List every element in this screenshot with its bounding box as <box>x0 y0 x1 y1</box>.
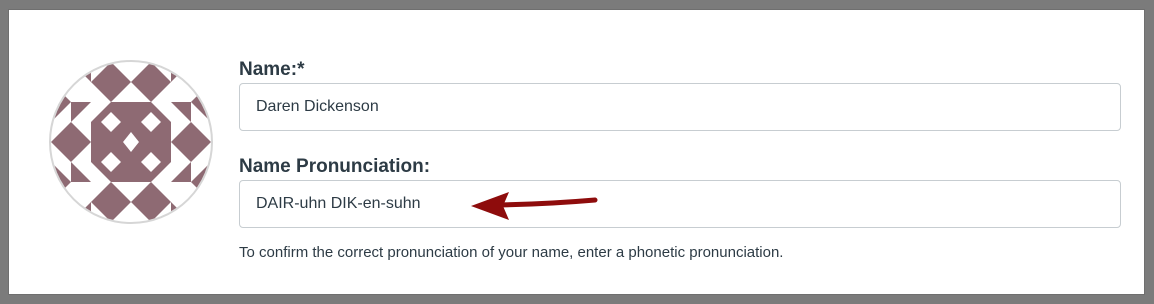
name-label: Name:* <box>239 59 305 80</box>
red-arrow-icon <box>471 192 598 220</box>
identicon-avatar-icon <box>51 62 211 222</box>
name-pronunciation-label: Name Pronunciation: <box>239 156 431 177</box>
avatar[interactable] <box>49 60 213 224</box>
profile-form-panel: Name:* Daren Dickenson Name Pronunciatio… <box>8 9 1145 295</box>
name-input[interactable]: Daren Dickenson <box>239 83 1121 131</box>
pronunciation-help-text: To confirm the correct pronunciation of … <box>239 244 784 261</box>
name-pronunciation-input[interactable]: DAIR-uhn DIK-en-suhn <box>239 180 1121 228</box>
